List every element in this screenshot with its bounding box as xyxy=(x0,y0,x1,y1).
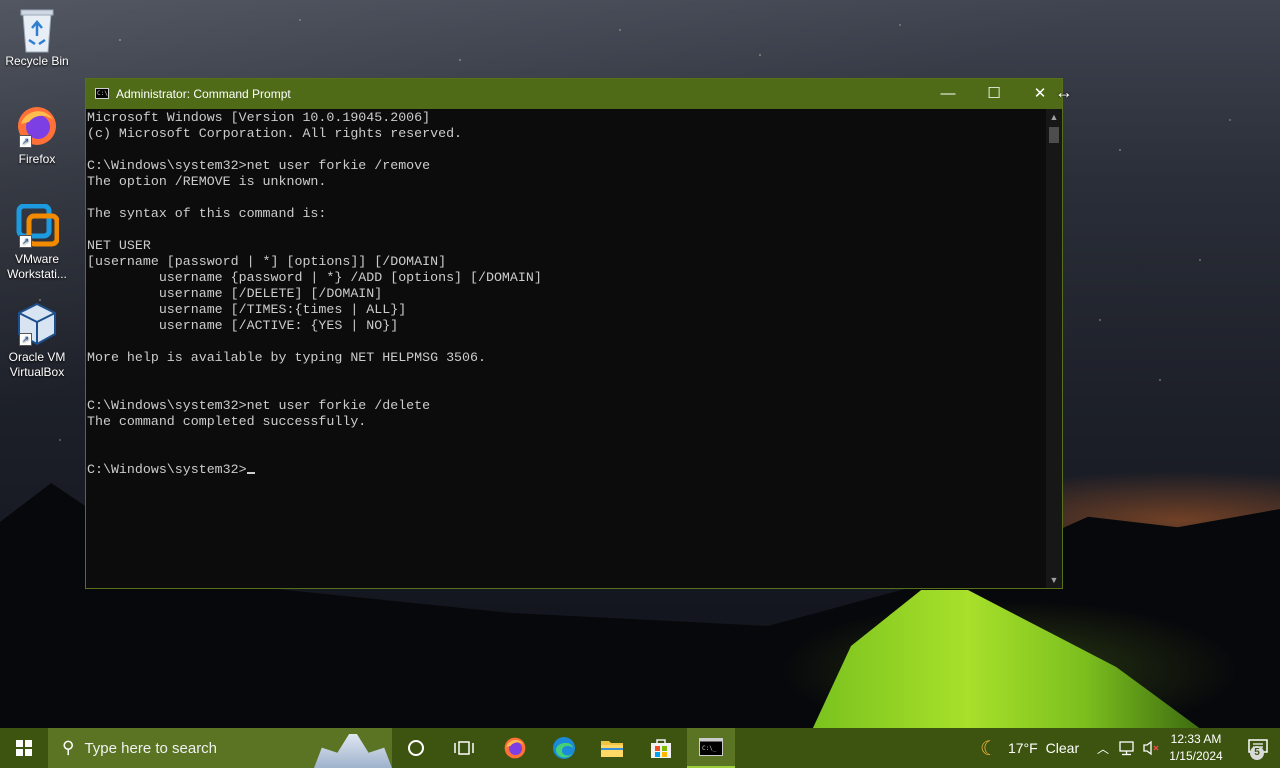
network-button[interactable] xyxy=(1116,728,1138,768)
desktop-icon-recycle-bin[interactable]: Recycle Bin xyxy=(4,6,70,69)
console-prompt-line[interactable]: C:\Windows\system32> xyxy=(87,462,1046,478)
desktop-icon-label: Oracle VM VirtualBox xyxy=(8,350,66,379)
search-highlight-image xyxy=(314,734,392,768)
console-line: username {password | *} /ADD [options] [… xyxy=(87,270,542,285)
cmd-icon: C:\_ xyxy=(699,738,723,756)
windows-logo-icon xyxy=(16,740,32,756)
minimize-button[interactable]: — xyxy=(925,79,971,109)
vmware-icon: ↗ xyxy=(15,203,60,248)
console-line: C:\Windows\system32>net user forkie /rem… xyxy=(87,158,431,173)
vertical-scrollbar[interactable]: ▲ ▼ xyxy=(1046,109,1062,588)
recycle-bin-icon xyxy=(15,6,59,53)
volume-button[interactable] xyxy=(1140,728,1162,768)
window-title: Administrator: Command Prompt xyxy=(116,87,291,101)
notification-count-badge: 5 xyxy=(1250,746,1264,760)
command-prompt-window[interactable]: C:\ Administrator: Command Prompt — ☐ ✕ … xyxy=(85,78,1063,589)
console-line: [username [password | *] [options]] [/DO… xyxy=(87,254,447,269)
firefox-icon: ↗ xyxy=(15,104,59,148)
desktop-icon-vmware[interactable]: ↗ VMware Workstati... xyxy=(4,203,70,282)
clock-date: 1/15/2024 xyxy=(1169,749,1223,763)
clock[interactable]: 12:33 AM 1/15/2024 xyxy=(1164,731,1228,765)
console-line: NET USER xyxy=(87,238,151,253)
taskbar-command-prompt[interactable]: C:\_ xyxy=(687,728,735,768)
taskbar-firefox[interactable] xyxy=(491,728,539,768)
console-line: C:\Windows\system32>net user forkie /del… xyxy=(87,398,431,413)
taskbar-store[interactable] xyxy=(637,728,685,768)
taskbar-file-explorer[interactable] xyxy=(588,728,636,768)
console-line: username [/ACTIVE: {YES | NO}] xyxy=(87,318,399,333)
console-output[interactable]: Microsoft Windows [Version 10.0.19045.20… xyxy=(86,109,1046,588)
scroll-down-icon[interactable]: ▼ xyxy=(1046,572,1062,588)
scroll-up-icon[interactable]: ▲ xyxy=(1046,109,1062,125)
chevron-up-icon: ︿ xyxy=(1096,741,1109,756)
window-titlebar[interactable]: C:\ Administrator: Command Prompt — ☐ ✕ xyxy=(86,79,1062,109)
scroll-thumb[interactable] xyxy=(1049,127,1059,143)
taskbar: ⚲ Type here to search C:\_ ☾ 17°F Clear … xyxy=(0,728,1280,768)
console-prompt: C:\Windows\system32> xyxy=(87,462,247,477)
weather-description: Clear xyxy=(1045,740,1080,756)
edge-icon xyxy=(553,737,575,759)
desktop-icon-firefox[interactable]: ↗ Firefox xyxy=(4,104,70,167)
clock-time: 12:33 AM xyxy=(1170,732,1222,746)
taskbar-edge[interactable] xyxy=(540,728,588,768)
search-input[interactable] xyxy=(82,738,307,758)
shortcut-arrow-icon: ↗ xyxy=(19,235,32,248)
console-line: The syntax of this command is: xyxy=(87,206,327,221)
desktop-icon-label: VMware Workstati... xyxy=(7,252,67,281)
console-line: The option /REMOVE is unknown. xyxy=(87,174,327,189)
text-cursor xyxy=(246,472,255,474)
desktop-icon-label: Recycle Bin xyxy=(5,54,69,68)
cortana-button[interactable] xyxy=(392,728,440,768)
desktop-icon-label: Firefox xyxy=(18,152,56,166)
store-icon xyxy=(651,739,671,758)
weather-widget[interactable]: ☾ 17°F Clear xyxy=(980,728,1090,768)
task-view-button[interactable] xyxy=(440,728,488,768)
search-icon: ⚲ xyxy=(62,738,75,757)
desktop-icon-virtualbox[interactable]: ↗ Oracle VM VirtualBox xyxy=(4,302,70,380)
show-hidden-icons-button[interactable]: ︿ xyxy=(1092,728,1114,768)
start-button[interactable] xyxy=(0,728,48,768)
console-line: username [/TIMES:{times | ALL}] xyxy=(87,302,407,317)
moon-icon: ☾ xyxy=(980,737,998,760)
speaker-muted-icon xyxy=(1143,740,1159,756)
console-line: (c) Microsoft Corporation. All rights re… xyxy=(87,126,463,141)
cmd-app-icon[interactable]: C:\ xyxy=(95,88,109,99)
maximize-button[interactable]: ☐ xyxy=(971,79,1017,109)
firefox-icon xyxy=(504,737,526,759)
console-line: The command completed successfully. xyxy=(87,414,367,429)
console-line: Microsoft Windows [Version 10.0.19045.20… xyxy=(87,110,431,125)
cortana-icon xyxy=(408,740,424,756)
console-line: username [/DELETE] [/DOMAIN] xyxy=(87,286,383,301)
console-line: More help is available by typing NET HEL… xyxy=(87,350,486,365)
weather-temperature: 17°F xyxy=(1007,740,1038,756)
shortcut-arrow-icon: ↗ xyxy=(19,333,32,346)
network-icon xyxy=(1119,741,1134,756)
task-view-icon xyxy=(454,741,474,755)
shortcut-arrow-icon: ↗ xyxy=(19,135,32,148)
svg-text:C:\_: C:\_ xyxy=(702,745,717,752)
taskbar-search[interactable]: ⚲ xyxy=(48,728,392,768)
virtualbox-icon: ↗ xyxy=(15,302,59,346)
folder-icon xyxy=(601,741,623,757)
resize-cursor-icon: ↔ xyxy=(1055,82,1073,102)
